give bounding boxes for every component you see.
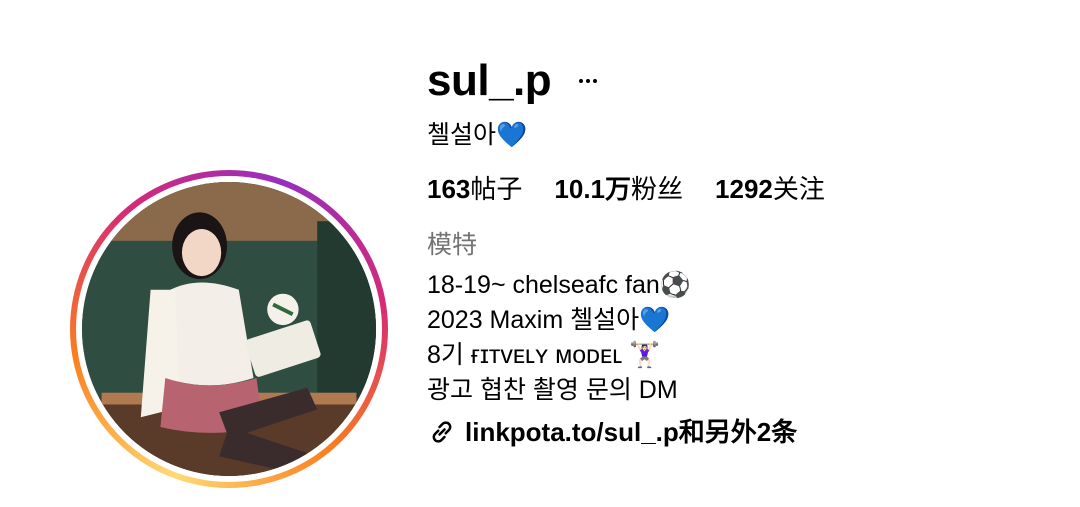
stat-followers-label: 粉丝 — [631, 174, 684, 204]
stat-following-label: 关注 — [772, 174, 825, 204]
avatar-gap — [76, 176, 382, 482]
link-chain-icon — [432, 421, 452, 443]
username-row: sul_.p — [427, 50, 1047, 112]
stat-posts-label: 帖子 — [470, 174, 523, 204]
stat-following[interactable]: 1292关注 — [715, 172, 825, 206]
avatar-photo — [82, 182, 376, 476]
more-horizontal-icon-dot — [586, 79, 591, 83]
stat-following-count: 1292 — [715, 174, 773, 204]
stat-posts-count: 163 — [427, 174, 471, 204]
more-options-button[interactable] — [573, 66, 603, 96]
display-name: 첼설아💙 — [427, 121, 528, 149]
bio-line: 2023 Maxim 첼설아💙 — [427, 306, 671, 334]
profile-link[interactable]: linkpota.to/sul_.p和另外2条 — [427, 414, 1047, 450]
profile-category: 模特 — [427, 231, 478, 259]
stat-followers[interactable]: 10.1万粉丝 — [554, 172, 683, 206]
bio-line: 18-19~ chelseafc fan⚽ — [427, 271, 691, 299]
avatar[interactable] — [82, 182, 376, 476]
stat-followers-count: 10.1万 — [554, 174, 632, 204]
bio-line: 8기 ғɪᴛᴠᴇʟʏ ᴍᴏᴅᴇʟ 🏋🏻‍♀️ — [427, 341, 661, 369]
profile-stats: 163帖子 10.1万粉丝 1292关注 — [427, 172, 1047, 206]
profile-link-text: linkpota.to/sul_.p和另外2条 — [465, 417, 798, 447]
username: sul_.p — [427, 56, 552, 105]
bio-line: 광고 협찬 촬영 문의 DM — [427, 376, 678, 404]
profile-info: sul_.p 첼설아💙 163帖子 10.1万粉丝 1292关注 模特 18-1… — [427, 50, 1047, 450]
profile-bio: 18-19~ chelseafc fan⚽ 2023 Maxim 첼설아💙 8기… — [427, 268, 1047, 408]
more-horizontal-icon-dot — [593, 79, 598, 83]
more-horizontal-icon — [579, 79, 584, 83]
profile-avatar-ring[interactable] — [70, 170, 388, 488]
stat-posts[interactable]: 163帖子 — [427, 172, 522, 206]
